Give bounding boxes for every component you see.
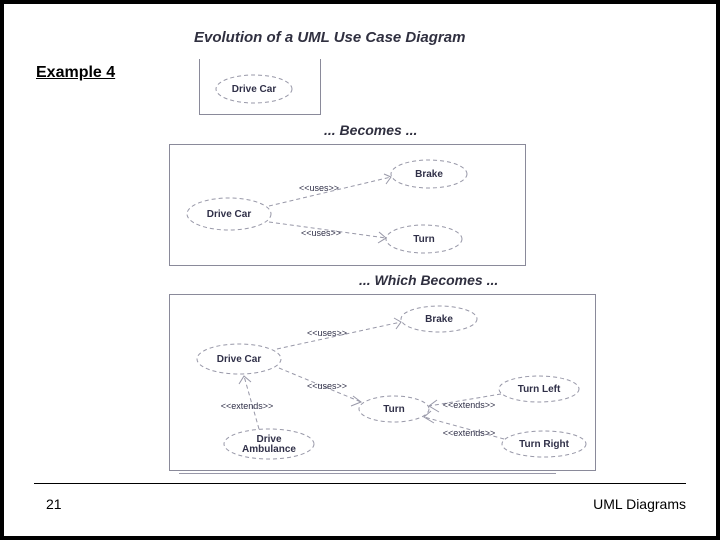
stage2-brake: Brake xyxy=(415,169,443,180)
stage3-turn-left: Turn Left xyxy=(518,384,561,395)
footer-divider xyxy=(34,483,686,484)
stage3-drive-car: Drive Car xyxy=(217,354,262,365)
svg-text:Ambulance: Ambulance xyxy=(242,444,296,455)
transition-2: ... Which Becomes ... xyxy=(359,272,498,288)
page-number: 21 xyxy=(46,496,62,512)
stage3-svg: Drive Car Brake Turn Drive Drive Ambulan… xyxy=(169,294,594,469)
stage3-turn-right: Turn Right xyxy=(519,439,569,450)
stage3-uses1: <<uses>> xyxy=(307,328,347,338)
stage2-uses2: <<uses>> xyxy=(301,228,341,238)
transition-1: ... Becomes ... xyxy=(324,122,417,138)
stage2-drive-car: Drive Car xyxy=(207,209,252,220)
slide-frame: Evolution of a UML Use Case Diagram Exam… xyxy=(0,0,720,540)
stage2-turn: Turn xyxy=(413,234,434,245)
stage1-svg: Drive Car xyxy=(199,59,319,114)
stage3-turn: Turn xyxy=(383,404,404,415)
stage3-uses2: <<uses>> xyxy=(307,381,347,391)
footer-label: UML Diagrams xyxy=(593,496,686,512)
example-label: Example 4 xyxy=(36,64,115,82)
stage3-extends1: <<extends>> xyxy=(221,401,274,411)
stage3-brake: Brake xyxy=(425,314,453,325)
diagram-title: Evolution of a UML Use Case Diagram xyxy=(194,29,465,46)
stage3-extends2: <<extends>> xyxy=(443,400,496,410)
stage3-extends3: <<extends>> xyxy=(443,428,496,438)
stage1-drive-car: Drive Car xyxy=(232,84,277,95)
diagram-bottom-rule xyxy=(179,473,556,474)
stage2-svg: Drive Car Brake Turn <<uses>> <<uses>> xyxy=(169,144,524,264)
stage2-uses1: <<uses>> xyxy=(299,183,339,193)
